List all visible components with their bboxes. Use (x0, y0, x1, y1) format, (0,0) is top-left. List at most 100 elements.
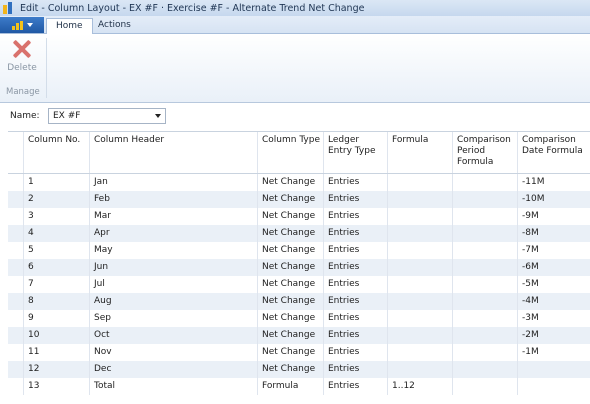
cell-comparison-date-formula[interactable]: -6M (517, 259, 590, 276)
cell-formula[interactable]: 1..12 (387, 378, 452, 395)
table-row[interactable]: 13 Total Formula Entries 1..12 (8, 378, 590, 395)
col-header-ledger-entry-type[interactable]: Ledger Entry Type (323, 132, 387, 173)
cell-column-type[interactable]: Net Change (257, 242, 323, 259)
cell-column-type[interactable]: Net Change (257, 361, 323, 378)
cell-column-no[interactable]: 4 (23, 225, 89, 242)
cell-comparison-date-formula[interactable] (517, 361, 590, 378)
cell-comparison-date-formula[interactable]: -2M (517, 327, 590, 344)
cell-comparison-date-formula[interactable]: -9M (517, 208, 590, 225)
col-header-comparison-period-formula[interactable]: Comparison Period Formula (452, 132, 517, 173)
row-selector[interactable] (8, 242, 23, 259)
cell-column-header[interactable]: Jan (89, 174, 257, 191)
cell-column-no[interactable]: 11 (23, 344, 89, 361)
cell-column-type[interactable]: Net Change (257, 310, 323, 327)
cell-column-type[interactable]: Net Change (257, 174, 323, 191)
cell-column-header[interactable]: May (89, 242, 257, 259)
table-row[interactable]: 6 Jun Net Change Entries -6M (8, 259, 590, 276)
col-header-formula[interactable]: Formula (387, 132, 452, 173)
row-selector[interactable] (8, 344, 23, 361)
cell-column-header[interactable]: Apr (89, 225, 257, 242)
row-selector[interactable] (8, 310, 23, 327)
cell-comparison-period-formula[interactable] (452, 208, 517, 225)
cell-column-type[interactable]: Net Change (257, 293, 323, 310)
cell-comparison-date-formula[interactable]: -5M (517, 276, 590, 293)
table-row[interactable]: 5 May Net Change Entries -7M (8, 242, 590, 259)
delete-button[interactable]: Delete (4, 36, 40, 78)
cell-ledger-entry-type[interactable]: Entries (323, 174, 387, 191)
cell-column-no[interactable]: 1 (23, 174, 89, 191)
cell-ledger-entry-type[interactable]: Entries (323, 259, 387, 276)
cell-column-header[interactable]: Mar (89, 208, 257, 225)
cell-formula[interactable] (387, 344, 452, 361)
cell-comparison-date-formula[interactable]: -4M (517, 293, 590, 310)
cell-comparison-period-formula[interactable] (452, 191, 517, 208)
cell-comparison-period-formula[interactable] (452, 293, 517, 310)
col-header-column-header[interactable]: Column Header (89, 132, 257, 173)
cell-comparison-date-formula[interactable]: -3M (517, 310, 590, 327)
cell-comparison-period-formula[interactable] (452, 225, 517, 242)
cell-column-header[interactable]: Feb (89, 191, 257, 208)
cell-column-type[interactable]: Net Change (257, 276, 323, 293)
cell-column-type[interactable]: Net Change (257, 344, 323, 361)
table-row[interactable]: 3 Mar Net Change Entries -9M (8, 208, 590, 225)
cell-ledger-entry-type[interactable]: Entries (323, 361, 387, 378)
cell-column-type[interactable]: Net Change (257, 259, 323, 276)
row-selector[interactable] (8, 191, 23, 208)
row-selector[interactable] (8, 378, 23, 395)
cell-column-no[interactable]: 2 (23, 191, 89, 208)
cell-column-header[interactable]: Aug (89, 293, 257, 310)
cell-column-header[interactable]: Oct (89, 327, 257, 344)
col-header-column-type[interactable]: Column Type (257, 132, 323, 173)
cell-formula[interactable] (387, 276, 452, 293)
cell-column-type[interactable]: Net Change (257, 208, 323, 225)
cell-formula[interactable] (387, 310, 452, 327)
cell-formula[interactable] (387, 327, 452, 344)
col-header-comparison-date-formula[interactable]: Comparison Date Formula (517, 132, 590, 173)
cell-column-no[interactable]: 9 (23, 310, 89, 327)
cell-comparison-date-formula[interactable]: -11M (517, 174, 590, 191)
name-dropdown[interactable]: EX #F (48, 108, 166, 124)
row-selector[interactable] (8, 327, 23, 344)
table-row[interactable]: 1 Jan Net Change Entries -11M (8, 174, 590, 191)
cell-ledger-entry-type[interactable]: Entries (323, 242, 387, 259)
cell-comparison-period-formula[interactable] (452, 344, 517, 361)
cell-comparison-period-formula[interactable] (452, 259, 517, 276)
cell-formula[interactable] (387, 208, 452, 225)
table-row[interactable]: 12 Dec Net Change Entries (8, 361, 590, 378)
cell-ledger-entry-type[interactable]: Entries (323, 327, 387, 344)
cell-column-no[interactable]: 12 (23, 361, 89, 378)
cell-comparison-date-formula[interactable]: -1M (517, 344, 590, 361)
table-row[interactable]: 7 Jul Net Change Entries -5M (8, 276, 590, 293)
application-menu-button[interactable] (0, 17, 44, 33)
cell-comparison-period-formula[interactable] (452, 242, 517, 259)
cell-ledger-entry-type[interactable]: Entries (323, 208, 387, 225)
cell-formula[interactable] (387, 174, 452, 191)
row-selector[interactable] (8, 276, 23, 293)
cell-comparison-period-formula[interactable] (452, 378, 517, 395)
cell-formula[interactable] (387, 293, 452, 310)
cell-formula[interactable] (387, 361, 452, 378)
cell-formula[interactable] (387, 191, 452, 208)
cell-column-no[interactable]: 10 (23, 327, 89, 344)
cell-comparison-period-formula[interactable] (452, 276, 517, 293)
tab-home[interactable]: Home (46, 18, 93, 35)
cell-column-no[interactable]: 6 (23, 259, 89, 276)
cell-ledger-entry-type[interactable]: Entries (323, 293, 387, 310)
table-row[interactable]: 11 Nov Net Change Entries -1M (8, 344, 590, 361)
cell-ledger-entry-type[interactable]: Entries (323, 276, 387, 293)
col-header-column-no[interactable]: Column No. (23, 132, 89, 173)
cell-column-type[interactable]: Net Change (257, 225, 323, 242)
cell-comparison-period-formula[interactable] (452, 174, 517, 191)
cell-formula[interactable] (387, 259, 452, 276)
row-selector[interactable] (8, 293, 23, 310)
cell-column-no[interactable]: 13 (23, 378, 89, 395)
cell-ledger-entry-type[interactable]: Entries (323, 310, 387, 327)
table-row[interactable]: 4 Apr Net Change Entries -8M (8, 225, 590, 242)
cell-column-header[interactable]: Dec (89, 361, 257, 378)
row-selector[interactable] (8, 361, 23, 378)
tab-actions[interactable]: Actions (89, 18, 140, 33)
row-selector[interactable] (8, 259, 23, 276)
table-row[interactable]: 10 Oct Net Change Entries -2M (8, 327, 590, 344)
cell-ledger-entry-type[interactable]: Entries (323, 225, 387, 242)
cell-comparison-date-formula[interactable]: -7M (517, 242, 590, 259)
